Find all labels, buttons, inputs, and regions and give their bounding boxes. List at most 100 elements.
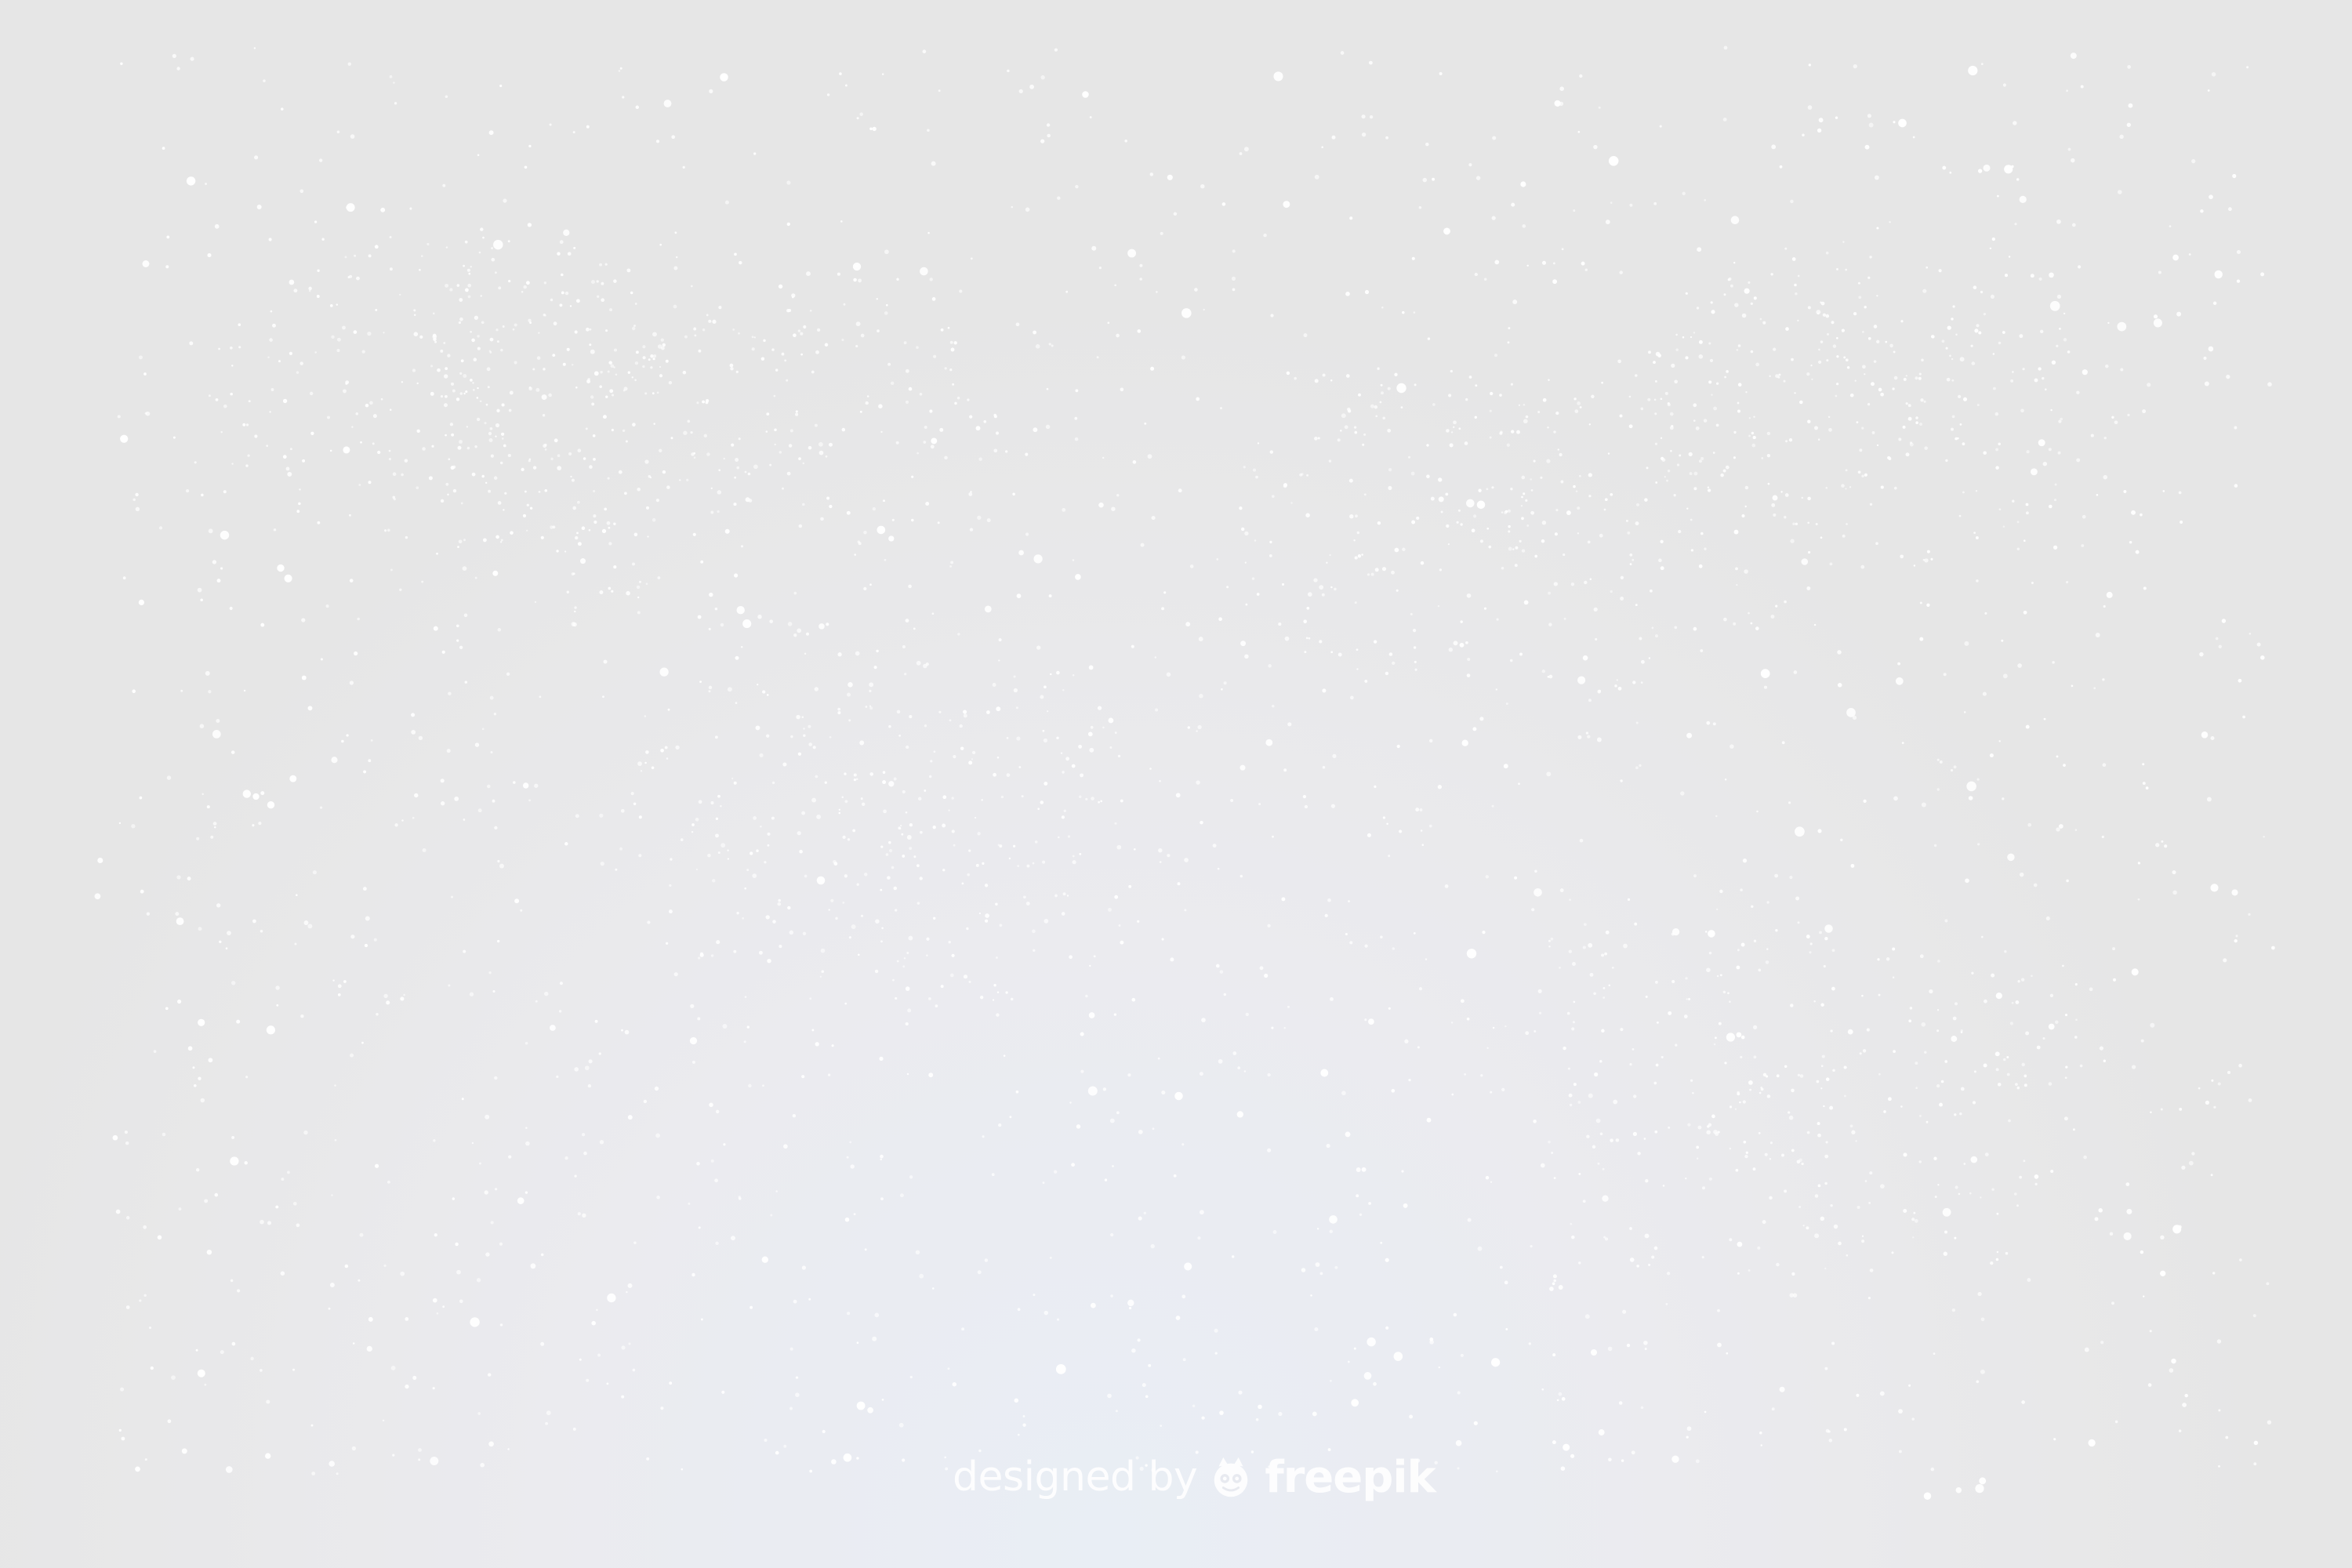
snow-particle [786,180,791,185]
snow-particle [121,1436,125,1441]
snow-particle [401,381,404,383]
snow-particle [1495,688,1497,691]
snow-particle [1937,1184,1940,1186]
snow-particle [949,973,954,978]
snow-particle [1356,1167,1361,1172]
snow-particle [613,366,615,368]
snow-particle [269,411,271,413]
snow-particle [632,562,635,566]
snow-particle [2234,426,2238,430]
snow-particle [1779,165,1783,169]
snow-particle [1723,45,1728,50]
snow-particle [1269,554,1272,557]
snow-particle [844,772,847,775]
snow-particle [1428,824,1432,828]
snow-particle [1857,1205,1860,1210]
snow-particle [2112,947,2116,951]
snow-particle [488,971,492,975]
snow-particle [1876,444,1879,447]
snow-particle [527,223,532,227]
snow-particle [1215,964,1220,968]
snow-particle [172,436,176,439]
snow-particle [736,912,739,915]
snow-particle [1676,463,1680,466]
snow-particle [771,781,775,785]
snow-particle [2213,1105,2216,1109]
snow-particle [909,847,913,850]
snow-particle [2074,829,2078,831]
snow-particle [175,912,180,916]
snow-particle [929,409,933,413]
snow-particle [587,1083,592,1088]
snow-particle [999,844,1003,848]
snow-particle [1512,299,1518,305]
snow-particle [891,518,895,521]
snow-particle [612,394,615,397]
snow-particle [384,529,387,532]
snow-particle [1181,308,1192,318]
snow-particle [1946,377,1951,382]
snow-particle [307,706,313,711]
snow-particle [2143,586,2147,590]
snow-particle [905,986,910,991]
snow-particle [1160,231,1163,235]
snow-particle [1965,878,1969,884]
snow-particle [1923,400,1926,403]
snow-particle [1915,421,1918,424]
snow-particle [1945,347,1948,350]
snow-particle [1071,764,1076,768]
snow-particle [1926,1120,1929,1123]
snow-particle [820,948,826,953]
snow-particle [1400,406,1403,408]
snow-particle [1577,676,1586,684]
snow-particle [1675,333,1678,336]
snow-particle [252,824,255,827]
snow-particle [1795,826,1805,837]
snow-particle [1893,796,1898,801]
snow-particle [1175,1316,1181,1320]
snow-particle [187,877,191,881]
snow-particle [1232,288,1236,292]
snow-particle [2180,520,2183,524]
snow-particle [1018,89,1023,94]
snow-particle [1824,1154,1829,1159]
snow-particle [835,916,838,920]
snow-particle [1610,201,1613,204]
snow-particle [1602,1167,1605,1171]
snow-particle [666,757,669,760]
snow-particle [655,498,660,503]
snow-particle [463,949,466,953]
snow-particle [853,278,857,282]
snow-particle [933,916,936,920]
snow-particle [707,853,711,858]
snow-particle [1263,233,1267,238]
snow-particle [1501,566,1504,570]
snow-particle [1029,84,1035,89]
snow-particle [2160,1108,2163,1111]
snow-particle [245,423,249,426]
snow-particle [2004,165,2013,174]
snow-particle [582,1133,586,1137]
snow-particle [543,368,546,371]
snow-particle [1584,1314,1590,1319]
snow-particle [312,870,317,875]
snow-particle [447,493,449,495]
snow-particle [1043,738,1048,743]
snow-particle [1063,809,1066,812]
snow-particle [2074,983,2078,986]
snow-particle [1724,376,1726,379]
snow-particle [733,781,737,785]
snow-particle [622,96,625,99]
snow-particle [474,742,480,747]
snow-particle [1640,407,1644,411]
snow-particle [139,355,143,360]
snow-particle [190,56,194,61]
snow-particle [1952,1016,1957,1021]
snow-particle [1608,156,1619,166]
snow-particle [1658,558,1662,562]
snow-particle [905,1022,909,1026]
snow-particle [876,298,879,300]
snow-particle [1388,485,1392,491]
snow-particle [143,1225,147,1229]
snow-particle [650,354,654,358]
